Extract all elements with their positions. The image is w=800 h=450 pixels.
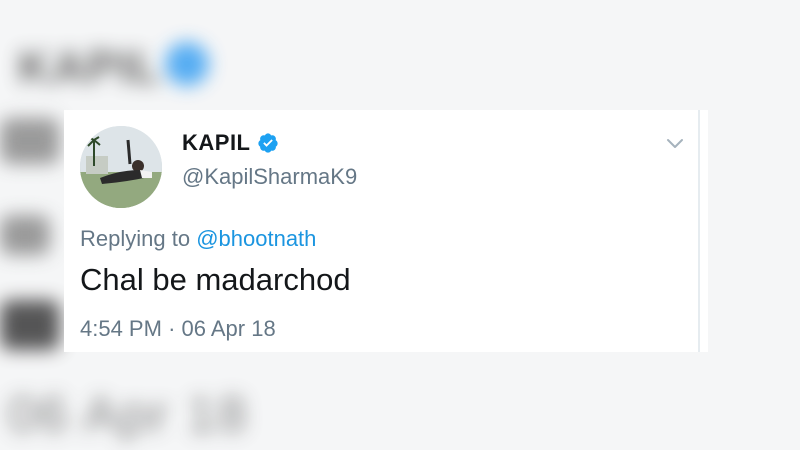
verified-badge-icon — [257, 132, 279, 154]
reply-mention-link[interactable]: @bhootnath — [196, 226, 316, 251]
avatar-image — [80, 126, 162, 208]
tweet-text: Chal be madarchod — [80, 262, 351, 297]
tweet-date: 06 Apr 18 — [181, 316, 276, 341]
user-handle[interactable]: @KapilSharmaK9 — [182, 164, 357, 190]
blurred-display-name: KAPIL — [18, 41, 161, 93]
blurred-handle-bar — [0, 118, 60, 164]
blurred-text-bar — [0, 300, 60, 350]
card-divider — [698, 110, 700, 352]
blurred-reply-bar — [0, 215, 50, 255]
tweet-time: 4:54 PM — [80, 316, 162, 341]
tweet-card[interactable]: KAPIL @KapilSharmaK9 Replying to @bhootn… — [64, 110, 708, 352]
reply-prefix: Replying to — [80, 226, 191, 251]
tweet-timestamp[interactable]: 4:54 PM · 06 Apr 18 — [80, 316, 276, 342]
reply-context: Replying to @bhootnath — [80, 226, 316, 252]
blurred-date: 06 Apr 18 — [8, 386, 249, 444]
screenshot-stage: KAPIL 06 Apr 18 KAPIL @KapilSharmaK9 Rep… — [0, 0, 800, 450]
blurred-verified-icon — [165, 42, 209, 86]
name-row: KAPIL — [182, 130, 279, 156]
display-name[interactable]: KAPIL — [182, 130, 251, 156]
chevron-down-icon[interactable] — [664, 132, 686, 154]
meta-separator: · — [168, 316, 176, 341]
avatar[interactable] — [80, 126, 162, 208]
